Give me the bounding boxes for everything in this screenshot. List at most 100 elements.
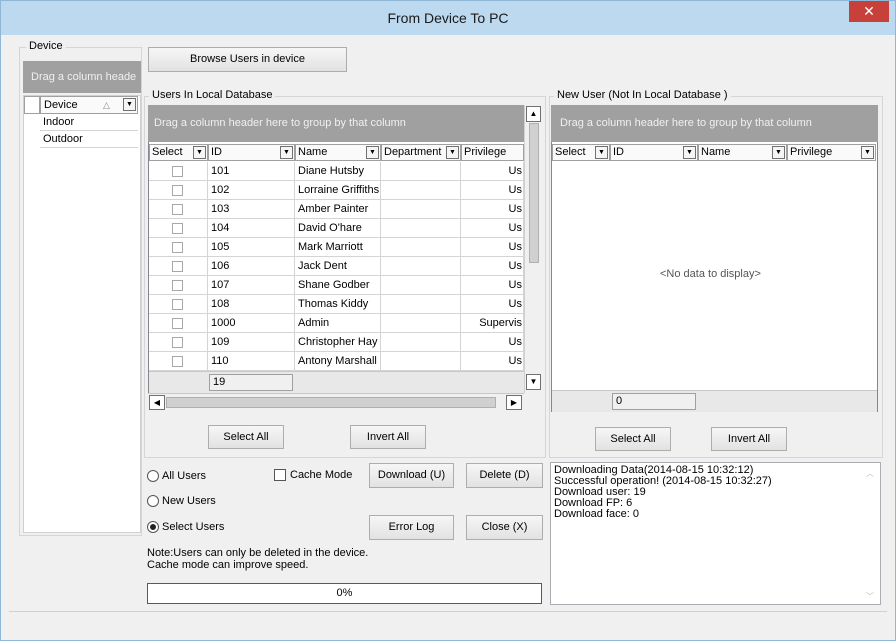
log-scroll-up-icon[interactable]: ︿ xyxy=(866,468,874,479)
col-filter-dropdown[interactable]: ▼ xyxy=(595,146,608,159)
cell-id: 104 xyxy=(208,219,295,238)
new-user-label: New User (Not In Local Database ) xyxy=(554,89,731,101)
close-window-button[interactable]: ✕ xyxy=(849,1,889,22)
nu-col-id[interactable]: ID ▼ xyxy=(610,144,698,161)
col-department[interactable]: Department ▼ xyxy=(381,144,461,161)
scroll-thumb-h[interactable] xyxy=(166,397,496,408)
device-filter-dropdown[interactable]: ▼ xyxy=(123,98,136,111)
row-select-cell[interactable] xyxy=(149,200,208,219)
log-textbox[interactable]: Downloading Data(2014-08-15 10:32:12) Suc… xyxy=(550,462,881,605)
all-users-label[interactable]: All Users xyxy=(162,470,206,482)
scroll-right-icon[interactable]: ▶ xyxy=(506,395,522,410)
close-icon: ✕ xyxy=(863,3,875,19)
log-scroll-down-icon[interactable]: ﹀ xyxy=(866,591,874,602)
row-select-cell[interactable] xyxy=(149,333,208,352)
cell-text: Thomas Kiddy xyxy=(298,298,369,310)
new-users-radio[interactable] xyxy=(147,495,159,507)
row-select-cell[interactable] xyxy=(149,352,208,371)
device-col-header[interactable]: Device △ ▼ xyxy=(40,96,138,114)
cell-department xyxy=(381,181,461,200)
col-label: Name xyxy=(701,146,731,158)
nu-col-name[interactable]: Name ▼ xyxy=(698,144,787,161)
col-filter-dropdown[interactable]: ▼ xyxy=(683,146,696,159)
new-users-label[interactable]: New Users xyxy=(162,495,216,507)
col-filter-dropdown[interactable]: ▼ xyxy=(861,146,874,159)
device-row-indoor[interactable]: Indoor xyxy=(40,114,138,131)
row-select-cell[interactable] xyxy=(149,295,208,314)
local-db-hscrollbar[interactable]: ◀ ▶ xyxy=(148,393,524,411)
new-invert-all-button[interactable]: Invert All xyxy=(711,427,787,451)
device-row-outdoor[interactable]: Outdoor xyxy=(40,131,138,148)
cache-mode-checkbox[interactable] xyxy=(274,469,286,481)
table-row[interactable]: 110 Antony Marshall Us xyxy=(149,352,524,371)
local-db-vscrollbar[interactable]: ▲ ▼ xyxy=(524,105,542,393)
row-checkbox[interactable] xyxy=(172,242,183,253)
table-row[interactable]: 107 Shane Godber Us xyxy=(149,276,524,295)
table-row[interactable]: 108 Thomas Kiddy Us xyxy=(149,295,524,314)
table-row[interactable]: 109 Christopher Hay Us xyxy=(149,333,524,352)
table-row[interactable]: 103 Amber Painter Us xyxy=(149,200,524,219)
delete-button[interactable]: Delete (D) xyxy=(466,463,543,488)
cell-privilege: Us xyxy=(461,181,524,200)
new-select-all-button[interactable]: Select All xyxy=(595,427,671,451)
row-checkbox[interactable] xyxy=(172,204,183,215)
cell-name: Shane Godber xyxy=(295,276,381,295)
cell-text: Us xyxy=(508,222,522,234)
row-checkbox[interactable] xyxy=(172,337,183,348)
row-select-cell[interactable] xyxy=(149,219,208,238)
cell-text: Mark Marriott xyxy=(298,241,363,253)
cell-name: Admin xyxy=(295,314,381,333)
download-button[interactable]: Download (U) xyxy=(369,463,454,488)
row-select-cell[interactable] xyxy=(149,238,208,257)
nu-col-privilege[interactable]: Privilege ▼ xyxy=(787,144,876,161)
col-id[interactable]: ID ▼ xyxy=(208,144,295,161)
cell-text: Christopher Hay xyxy=(298,336,378,348)
row-checkbox[interactable] xyxy=(172,299,183,310)
scroll-left-icon[interactable]: ◀ xyxy=(149,395,165,410)
scroll-down-icon[interactable]: ▼ xyxy=(526,374,541,390)
row-select-cell[interactable] xyxy=(149,314,208,333)
cell-id: 105 xyxy=(208,238,295,257)
col-name[interactable]: Name ▼ xyxy=(295,144,381,161)
row-select-cell[interactable] xyxy=(149,257,208,276)
row-checkbox[interactable] xyxy=(172,223,183,234)
sort-asc-icon: △ xyxy=(103,100,110,110)
col-privilege[interactable]: Privilege xyxy=(461,144,524,161)
row-checkbox[interactable] xyxy=(172,356,183,367)
row-checkbox[interactable] xyxy=(172,166,183,177)
table-row[interactable]: 104 David O'hare Us xyxy=(149,219,524,238)
new-user-count: 0 xyxy=(612,393,696,410)
browse-users-button[interactable]: Browse Users in device xyxy=(148,47,347,72)
col-filter-dropdown[interactable]: ▼ xyxy=(772,146,785,159)
row-select-cell[interactable] xyxy=(149,181,208,200)
table-row[interactable]: 1000 Admin Supervis xyxy=(149,314,524,333)
table-row[interactable]: 106 Jack Dent Us xyxy=(149,257,524,276)
nu-col-select[interactable]: Select ▼ xyxy=(552,144,610,161)
scroll-thumb[interactable] xyxy=(529,123,539,263)
row-checkbox[interactable] xyxy=(172,318,183,329)
col-filter-dropdown[interactable]: ▼ xyxy=(366,146,379,159)
col-filter-dropdown[interactable]: ▼ xyxy=(280,146,293,159)
col-select[interactable]: Select ▼ xyxy=(149,144,208,161)
col-filter-dropdown[interactable]: ▼ xyxy=(446,146,459,159)
scroll-up-icon[interactable]: ▲ xyxy=(526,106,541,122)
select-users-label[interactable]: Select Users xyxy=(162,521,224,533)
close-button[interactable]: Close (X) xyxy=(466,515,543,540)
table-row[interactable]: 102 Lorraine Griffiths Us xyxy=(149,181,524,200)
row-checkbox[interactable] xyxy=(172,185,183,196)
table-row[interactable]: 101 Diane Hutsby Us xyxy=(149,162,524,181)
cache-mode-label[interactable]: Cache Mode xyxy=(290,469,352,481)
row-checkbox[interactable] xyxy=(172,261,183,272)
all-users-radio[interactable] xyxy=(147,470,159,482)
local-invert-all-button[interactable]: Invert All xyxy=(350,425,426,449)
row-select-cell[interactable] xyxy=(149,162,208,181)
table-row[interactable]: 105 Mark Marriott Us xyxy=(149,238,524,257)
row-select-cell[interactable] xyxy=(149,276,208,295)
select-users-radio[interactable] xyxy=(147,521,159,533)
local-select-all-button[interactable]: Select All xyxy=(208,425,284,449)
device-grid: Device △ ▼ Indoor Outdoor xyxy=(23,95,141,533)
cell-privilege: Us xyxy=(461,333,524,352)
error-log-button[interactable]: Error Log xyxy=(369,515,454,540)
col-filter-dropdown[interactable]: ▼ xyxy=(193,146,206,159)
row-checkbox[interactable] xyxy=(172,280,183,291)
